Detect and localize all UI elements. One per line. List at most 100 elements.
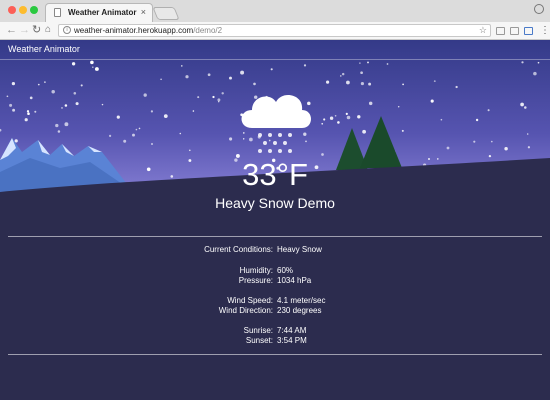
profile-icon[interactable] [534, 4, 544, 14]
snowflake [192, 110, 195, 112]
snowflake [268, 139, 271, 142]
url-domain: weather-animator.herokuapp.com [74, 26, 194, 35]
snowflake [61, 107, 63, 109]
tab-close-button[interactable]: × [141, 7, 146, 17]
snowflake [446, 146, 450, 150]
snowflake [101, 103, 104, 106]
snowflake [303, 64, 307, 67]
snowflake [303, 132, 307, 136]
snowflake [440, 118, 443, 121]
reload-icon[interactable]: ↻ [32, 24, 41, 36]
snowflake [44, 81, 46, 83]
snowflake [346, 115, 351, 120]
snowflake [367, 61, 369, 64]
snowflake [249, 137, 253, 142]
snowflake [368, 101, 373, 106]
page-icon [54, 8, 61, 17]
snowflake [433, 80, 436, 83]
snowflake [345, 112, 348, 115]
wind-direction-label: Wind Direction: [218, 306, 273, 315]
snowflake [242, 138, 245, 140]
snowflake [346, 80, 350, 85]
humidity-value: 60% [277, 266, 294, 275]
snowflake [430, 99, 434, 103]
snowflake [212, 95, 215, 99]
snowflake [11, 81, 16, 86]
snowflake [359, 62, 361, 64]
url-text[interactable]: weather-animator.herokuapp.com/demo/2 [74, 26, 222, 35]
snowflake [490, 140, 493, 143]
info-icon[interactable]: i [63, 26, 71, 34]
demo-title: Heavy Snow Demo [215, 195, 335, 211]
snowflake [29, 96, 33, 100]
url-path: /demo/2 [193, 26, 223, 35]
sunset-value: 3:54 PM [277, 336, 307, 345]
snowflake [185, 75, 189, 79]
snowflake [533, 71, 537, 76]
snowflake [229, 76, 232, 80]
snowflake [520, 102, 524, 107]
bookmark-star-icon[interactable]: ☆ [479, 25, 487, 36]
wind-direction-value: 230 degrees [277, 306, 322, 315]
sunset-label: Sunset: [245, 336, 273, 345]
extension-icon[interactable] [524, 27, 533, 35]
snowflake [90, 60, 94, 65]
header-divider [0, 59, 550, 60]
snowflake [217, 98, 221, 102]
snowflake [132, 133, 135, 137]
browser-tab[interactable]: Weather Animator × [45, 3, 153, 22]
snowflake [181, 65, 183, 67]
browser-menu-icon[interactable]: ⋮ [540, 25, 550, 36]
temperature: 33°F [242, 157, 308, 192]
minimize-window-button[interactable] [19, 6, 27, 14]
snowflake [487, 109, 490, 112]
home-icon[interactable]: ⌂ [45, 24, 51, 36]
back-icon[interactable]: ← [6, 24, 17, 36]
snowflake [94, 67, 99, 71]
tab-title: Weather Animator [68, 8, 137, 17]
snowflake [150, 110, 154, 113]
snowflake [160, 78, 162, 81]
snowflake [138, 127, 141, 130]
snowflake [307, 101, 311, 106]
new-tab-button[interactable] [152, 7, 180, 20]
snowflake [108, 134, 112, 138]
app-name[interactable]: Weather Animator [8, 44, 80, 54]
snowflake [243, 132, 245, 134]
snowflake [368, 82, 372, 86]
snowflake [57, 130, 61, 133]
snowflake [14, 139, 18, 143]
snowflake [321, 122, 324, 125]
snowflake [80, 84, 83, 87]
snowflake [270, 68, 273, 71]
snowflake [341, 72, 345, 76]
weather-scene [0, 40, 550, 400]
close-window-button[interactable] [8, 6, 16, 14]
snowflake [188, 149, 191, 152]
snowflake [123, 139, 127, 143]
conditions-value: Heavy Snow [277, 245, 322, 254]
snowflake [537, 61, 540, 64]
snowflake [504, 146, 508, 151]
extension-icon[interactable] [510, 27, 519, 35]
snowflake [12, 108, 16, 112]
extension-icon[interactable] [496, 27, 505, 35]
snowflake [357, 115, 361, 119]
pressure-value: 1034 hPa [277, 276, 312, 285]
snowflake [229, 137, 233, 141]
wind-speed-value: 4.1 meter/sec [277, 296, 326, 305]
snowflake [337, 121, 340, 124]
snowflake [116, 115, 120, 119]
snowflake [253, 95, 258, 99]
snowflake [386, 63, 389, 65]
snowflake [179, 132, 182, 135]
snowflake [488, 154, 492, 158]
snowflake [401, 129, 404, 132]
snowflake [51, 89, 55, 94]
address-bar[interactable]: i weather-animator.herokuapp.com/demo/2 … [58, 24, 491, 37]
snowflake [397, 106, 400, 108]
maximize-window-button[interactable] [30, 6, 38, 14]
forward-icon[interactable]: → [19, 24, 30, 36]
snowflake [37, 83, 40, 86]
snowflake [73, 92, 77, 95]
